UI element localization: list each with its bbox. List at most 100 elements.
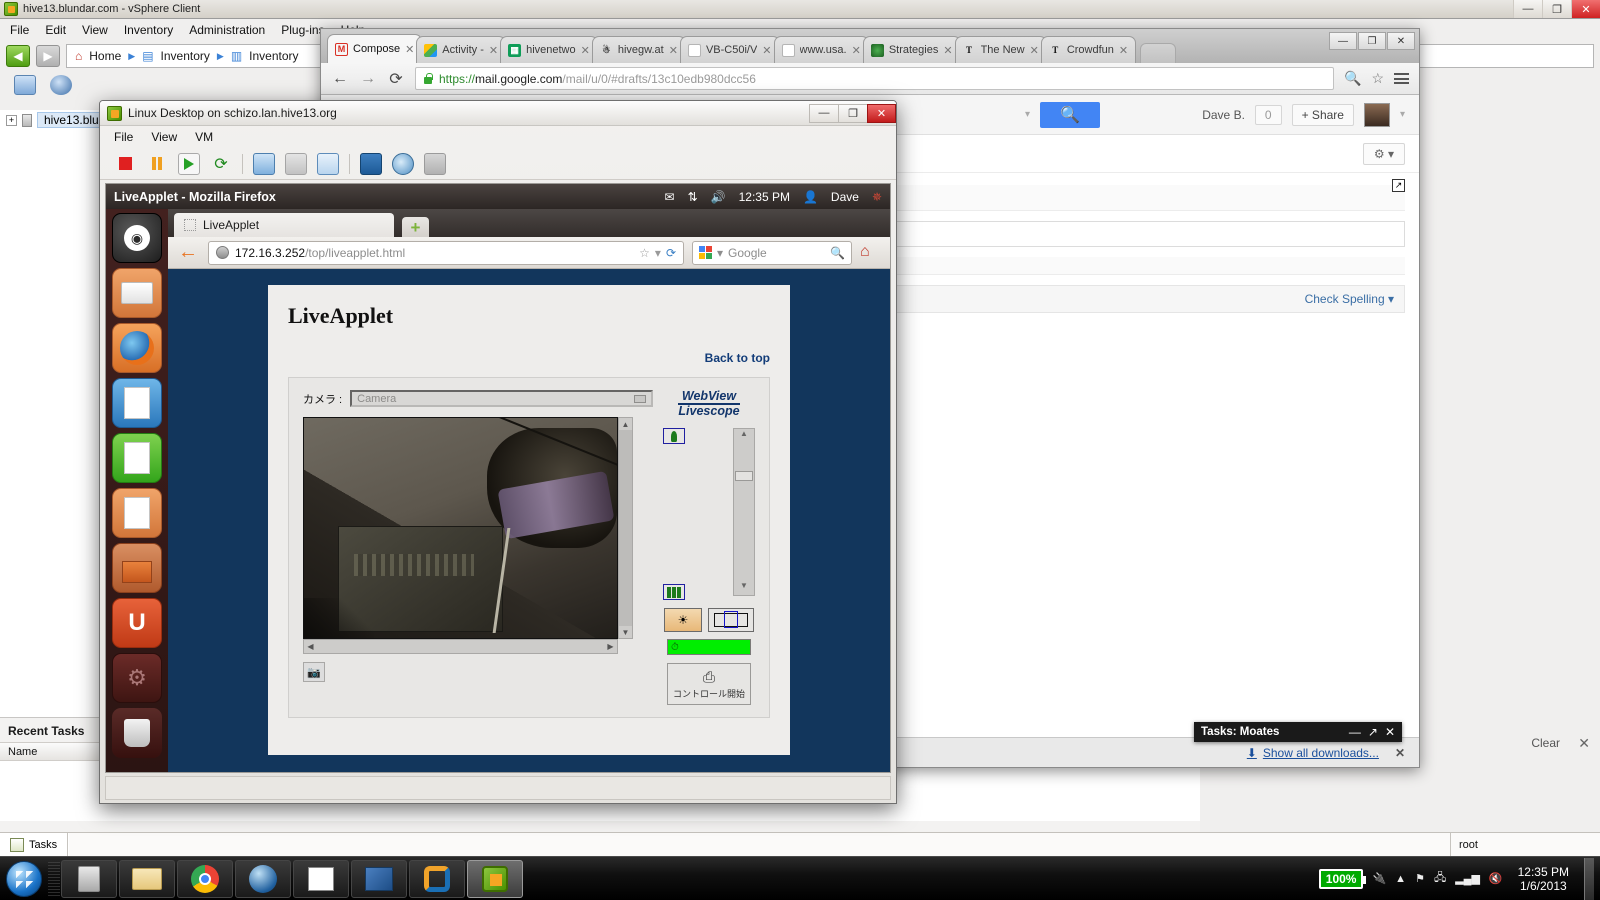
chrome-tab-compose[interactable]: M Compose ✕ <box>327 34 423 63</box>
camera-dropdown[interactable]: Camera <box>350 390 653 407</box>
image-vertical-scrollbar[interactable]: ▲ ▼ <box>618 417 633 639</box>
scroll-down-icon[interactable]: ▼ <box>619 626 632 638</box>
vmrc-menu-file[interactable]: File <box>114 130 133 144</box>
breadcrumb-inventory[interactable]: Inventory <box>161 49 210 63</box>
zoom-out-icon[interactable]: 🔍 <box>1344 70 1361 87</box>
notepad-icon[interactable] <box>293 859 349 898</box>
usb-icon[interactable] <box>424 152 446 175</box>
libreoffice-writer-icon[interactable] <box>112 378 162 428</box>
chrome-tab-close-icon[interactable]: ✕ <box>852 44 861 57</box>
clear-tasks-button[interactable]: Clear <box>1531 736 1560 750</box>
snapshot-icon[interactable] <box>253 152 275 175</box>
show-all-downloads-link[interactable]: ⬇ Show all downloads... <box>1247 746 1379 760</box>
chrome-tab-close-icon[interactable]: ✕ <box>943 44 952 57</box>
moates-window-controls[interactable]: — ↗ ✕ <box>1349 725 1395 739</box>
dropdown-arrow-icon[interactable] <box>634 394 646 403</box>
cd-dvd-icon[interactable] <box>392 152 414 175</box>
forward-icon[interactable]: → <box>359 70 377 88</box>
vmrc-window-controls[interactable]: — ❐ ✕ <box>809 103 896 123</box>
menu-inventory[interactable]: Inventory <box>124 23 173 37</box>
vm-screen[interactable]: LiveApplet - Mozilla Firefox ✉ ⇅ 🔊 12:35… <box>105 183 891 773</box>
revert-snapshot-icon[interactable] <box>285 152 307 175</box>
reload-icon[interactable]: ⟳ <box>387 69 405 89</box>
gear-icon[interactable]: ⚙ ▾ <box>1362 142 1405 165</box>
scroll-right-icon[interactable]: ▶ <box>604 642 617 651</box>
download-bar-close-icon[interactable]: ✕ <box>1395 746 1405 760</box>
chrome-tab-activity[interactable]: Activity - ✕ <box>416 36 507 63</box>
zoom-slider[interactable]: ▲ ▼ <box>733 428 755 596</box>
chrome-maximize-button[interactable]: ❐ <box>1358 32 1386 50</box>
reload-icon[interactable]: ⟳ <box>666 246 676 260</box>
menu-view[interactable]: View <box>82 23 108 37</box>
zoom-tree-small-icon[interactable] <box>663 428 685 444</box>
vsphere-minimize-button[interactable]: — <box>1513 0 1542 18</box>
firefox-back-icon[interactable]: ← <box>176 241 200 265</box>
files-icon[interactable] <box>112 268 162 318</box>
tree-expand-icon[interactable]: + <box>6 114 17 126</box>
start-control-button[interactable]: ⎙ コントロール開始 <box>667 663 751 705</box>
tree-item-label[interactable]: hive13.blu <box>37 112 106 128</box>
chrome-tab-close-icon[interactable]: ✕ <box>669 44 678 57</box>
chrome-tab-crowdfunding[interactable]: T Crowdfun ✕ <box>1040 36 1137 63</box>
menu-plugins[interactable]: Plug-ins <box>281 23 324 37</box>
chrome-tab-close-icon[interactable]: ✕ <box>1030 44 1039 57</box>
camera-live-image[interactable] <box>303 417 618 639</box>
restart-icon[interactable]: ⟳ <box>210 153 232 175</box>
firefox-address-bar[interactable]: 172.16.3.252/top/liveapplet.html ☆ ▾ ⟳ <box>208 240 684 265</box>
chrome-tab-strategies[interactable]: Strategies ✕ <box>862 36 961 63</box>
explorer-icon[interactable] <box>119 859 175 898</box>
moates-popout-icon[interactable]: ↗ <box>1368 725 1378 739</box>
vmrc-minimize-button[interactable]: — <box>809 103 838 123</box>
scroll-up-icon[interactable]: ▲ <box>619 418 632 430</box>
trash-icon[interactable] <box>112 708 162 758</box>
zoom-tree-large-icon[interactable] <box>663 584 685 600</box>
home-icon[interactable]: ⌂ <box>860 243 882 263</box>
vsphere-toolkit-icon[interactable] <box>61 859 117 898</box>
breadcrumb-inventory2[interactable]: Inventory <box>249 49 298 63</box>
forward-button[interactable]: ▶ <box>36 45 60 67</box>
play-icon[interactable] <box>178 152 200 175</box>
power-plug-icon[interactable]: 🔌 <box>1372 872 1386 885</box>
vmrc-maximize-button[interactable]: ❐ <box>838 103 867 123</box>
bookmark-star-icon[interactable]: ☆ <box>1371 70 1384 87</box>
libreoffice-impress-icon[interactable] <box>112 488 162 538</box>
share-button[interactable]: + Share <box>1291 103 1354 126</box>
vscroll-trough[interactable] <box>619 430 632 626</box>
vsphere-maximize-button[interactable]: ❐ <box>1542 0 1571 18</box>
chrome-tab-hivenetwork[interactable]: ▦ hivenetwo ✕ <box>500 36 598 63</box>
thunderbird-icon[interactable] <box>235 859 291 898</box>
session-gear-icon[interactable]: ✵ <box>872 190 882 204</box>
scroll-left-icon[interactable]: ◀ <box>304 642 317 651</box>
check-spelling-button[interactable]: Check Spelling ▾ <box>1305 292 1394 306</box>
flag-alert-icon[interactable]: ⚑ <box>1415 872 1425 885</box>
chevron-down-icon[interactable]: ▾ <box>655 246 661 260</box>
chrome-window-controls[interactable]: — ❐ ✕ <box>1329 32 1415 50</box>
chrome-tab-thenewyorktimes[interactable]: T The New ✕ <box>954 36 1047 63</box>
chrome-menu-icon[interactable] <box>1394 73 1409 84</box>
chrome-tab-close-icon[interactable]: ✕ <box>762 44 771 57</box>
backlight-icon[interactable]: ☀ <box>664 608 702 632</box>
moates-minimize-icon[interactable]: — <box>1349 725 1361 739</box>
back-icon[interactable]: ← <box>331 70 349 88</box>
remote-desktop-icon[interactable] <box>351 859 407 898</box>
address-bar[interactable]: https://mail.google.com/mail/u/0/#drafts… <box>415 67 1334 90</box>
chrome-icon[interactable] <box>177 859 233 898</box>
vmrc-menu-vm[interactable]: VM <box>195 130 213 144</box>
chrome-tab-close-icon[interactable]: ✕ <box>489 44 498 57</box>
menu-edit[interactable]: Edit <box>45 23 66 37</box>
bookmark-star-icon[interactable]: ☆ <box>639 246 650 260</box>
gmail-search-button[interactable]: 🔍 <box>1040 101 1101 128</box>
camera-snapshot-icon[interactable]: 📷 <box>303 662 325 682</box>
popout-icon[interactable]: ↗ <box>1392 179 1405 192</box>
zoom-slider-thumb[interactable] <box>735 471 753 481</box>
chrome-tab-hivegw[interactable]: ☃ hivegw.at ✕ <box>591 36 686 63</box>
chrome-tab-close-icon[interactable]: ✕ <box>405 43 414 56</box>
chrome-tab-close-icon[interactable]: ✕ <box>1119 44 1128 57</box>
firefox-search-box[interactable]: ▾ Google 🔍 <box>692 240 852 265</box>
back-to-top-link[interactable]: Back to top <box>288 351 770 365</box>
show-hidden-icons-arrow[interactable]: ▲ <box>1395 873 1406 885</box>
chrome-tab-close-icon[interactable]: ✕ <box>581 44 590 57</box>
network-icon[interactable]: ⇅ <box>688 190 698 204</box>
new-datastore-icon[interactable] <box>50 75 72 95</box>
new-vm-icon[interactable] <box>14 75 36 95</box>
